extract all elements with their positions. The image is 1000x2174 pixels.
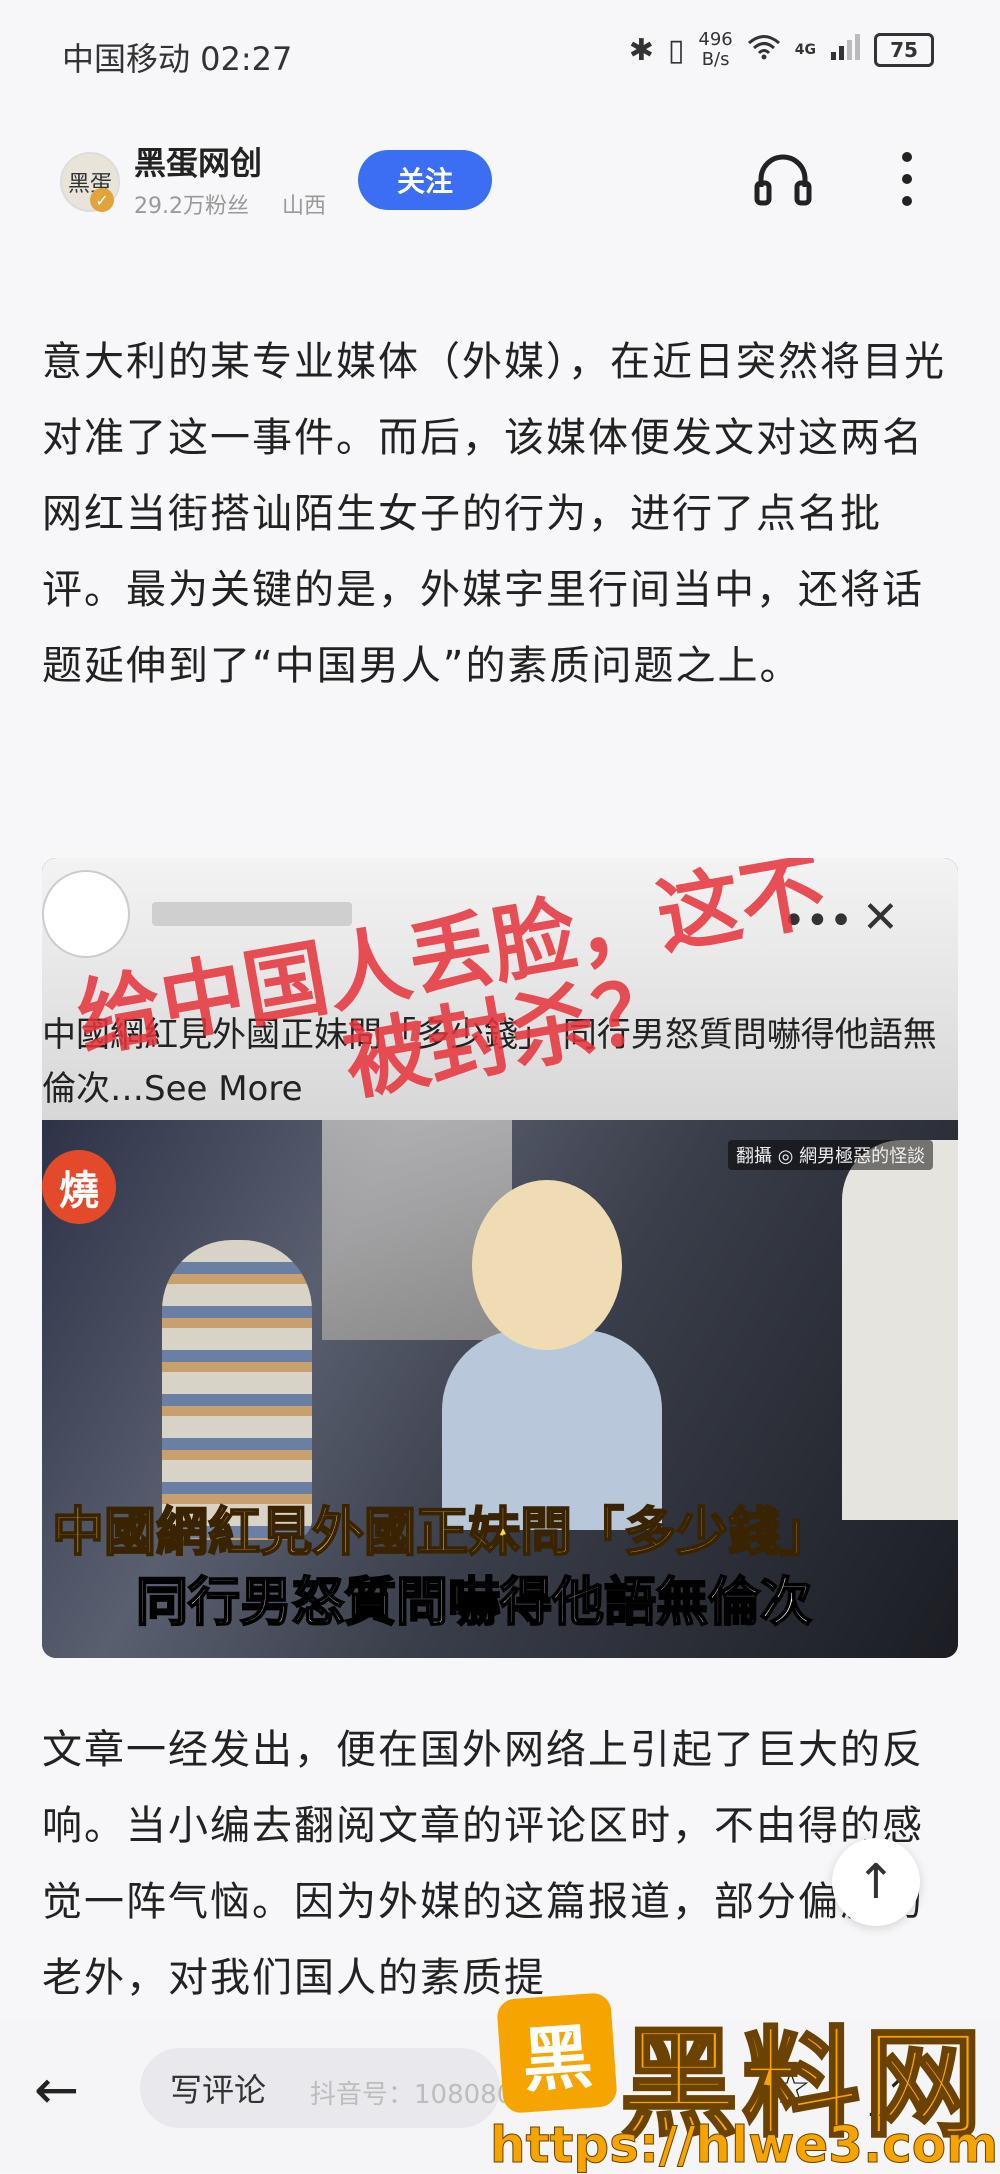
scroll-to-top-button[interactable]: ↑ (832, 1838, 920, 1926)
more-options-icon[interactable] (872, 144, 942, 214)
status-icons: ✱ ▯ 496 B/s 4G 75 (629, 30, 934, 70)
back-arrow-icon[interactable]: ← (34, 2058, 79, 2121)
author-location: 山西 (282, 194, 327, 219)
author-meta: 29.2万粉丝 山西 (134, 188, 352, 220)
headphones-icon[interactable] (748, 144, 818, 214)
article-header: 黑蛋 ✓ 黑蛋网创 29.2万粉丝 山西 关注 (0, 120, 1000, 240)
net-speed-value: 496 (698, 29, 733, 50)
douyin-watermark: 抖音号：1080805 (310, 2080, 530, 2110)
article-paragraph-1: 意大利的某专业媒体（外媒），在近日突然将目光对准了这一事件。而后，该媒体便发文对… (42, 339, 946, 689)
comment-placeholder: 写评论 (170, 2071, 267, 2109)
status-bar: 中国移动 02:27 ✱ ▯ 496 B/s 4G 75 (0, 0, 1000, 110)
video-source-tag: 翻攝 ◎ 網男極惡的怪談 (728, 1140, 934, 1170)
author-name[interactable]: 黑蛋网创 (134, 138, 262, 184)
follower-count: 29.2万粉丝 (134, 194, 249, 219)
net-speed-unit: B/s (701, 49, 730, 70)
arrow-up-icon: ↑ (855, 1854, 897, 1910)
vibrate-icon: ▯ (667, 32, 685, 68)
battery-icon: 75 (874, 33, 934, 67)
site-watermark: 黑 黑料网 https://hlwe3.com (489, 1992, 999, 2174)
video-title-line2: 同行男怒質問嚇得他語無倫次 (135, 1572, 813, 1634)
video-title-line1: 中國網紅見外國正妹問「多少錢」 (51, 1502, 833, 1564)
wifi-icon (747, 33, 781, 68)
embedded-post-header: ••• ✕ 中國網紅見外國正妹問「多少錢」 同行男怒質問嚇得他語無倫次…See … (42, 858, 958, 1120)
person-blonde-head (472, 1180, 622, 1350)
article-paragraph-2: 文章一经发出，便在国外网络上引起了巨大的反响。当小编去翻阅文章的评论区时，不由得… (42, 1727, 924, 2001)
follow-button[interactable]: 关注 (358, 150, 492, 210)
carrier-time: 中国移动 02:27 (62, 40, 293, 78)
net-speed: 496 B/s (698, 30, 732, 70)
watermark-logo: 黑 (496, 1992, 618, 2114)
verified-badge-icon: ✓ (90, 188, 114, 212)
channel-badge: 燒 (42, 1150, 116, 1224)
video-frame: 燒 翻攝 ◎ 網男極惡的怪談 中國網紅見外國正妹問「多少錢」 同行男怒質問嚇得他… (42, 1120, 958, 1658)
bluetooth-icon: ✱ (628, 32, 654, 68)
person-right-edge (842, 1140, 958, 1520)
watermark-url: https://hlwe3.com (489, 2116, 999, 2174)
embedded-close-icon: ✕ (862, 892, 899, 943)
network-type: 4G (794, 42, 816, 58)
embedded-post-image[interactable]: ••• ✕ 中國網紅見外國正妹問「多少錢」 同行男怒質問嚇得他語無倫次…See … (42, 858, 958, 1658)
signal-icon (830, 33, 860, 68)
